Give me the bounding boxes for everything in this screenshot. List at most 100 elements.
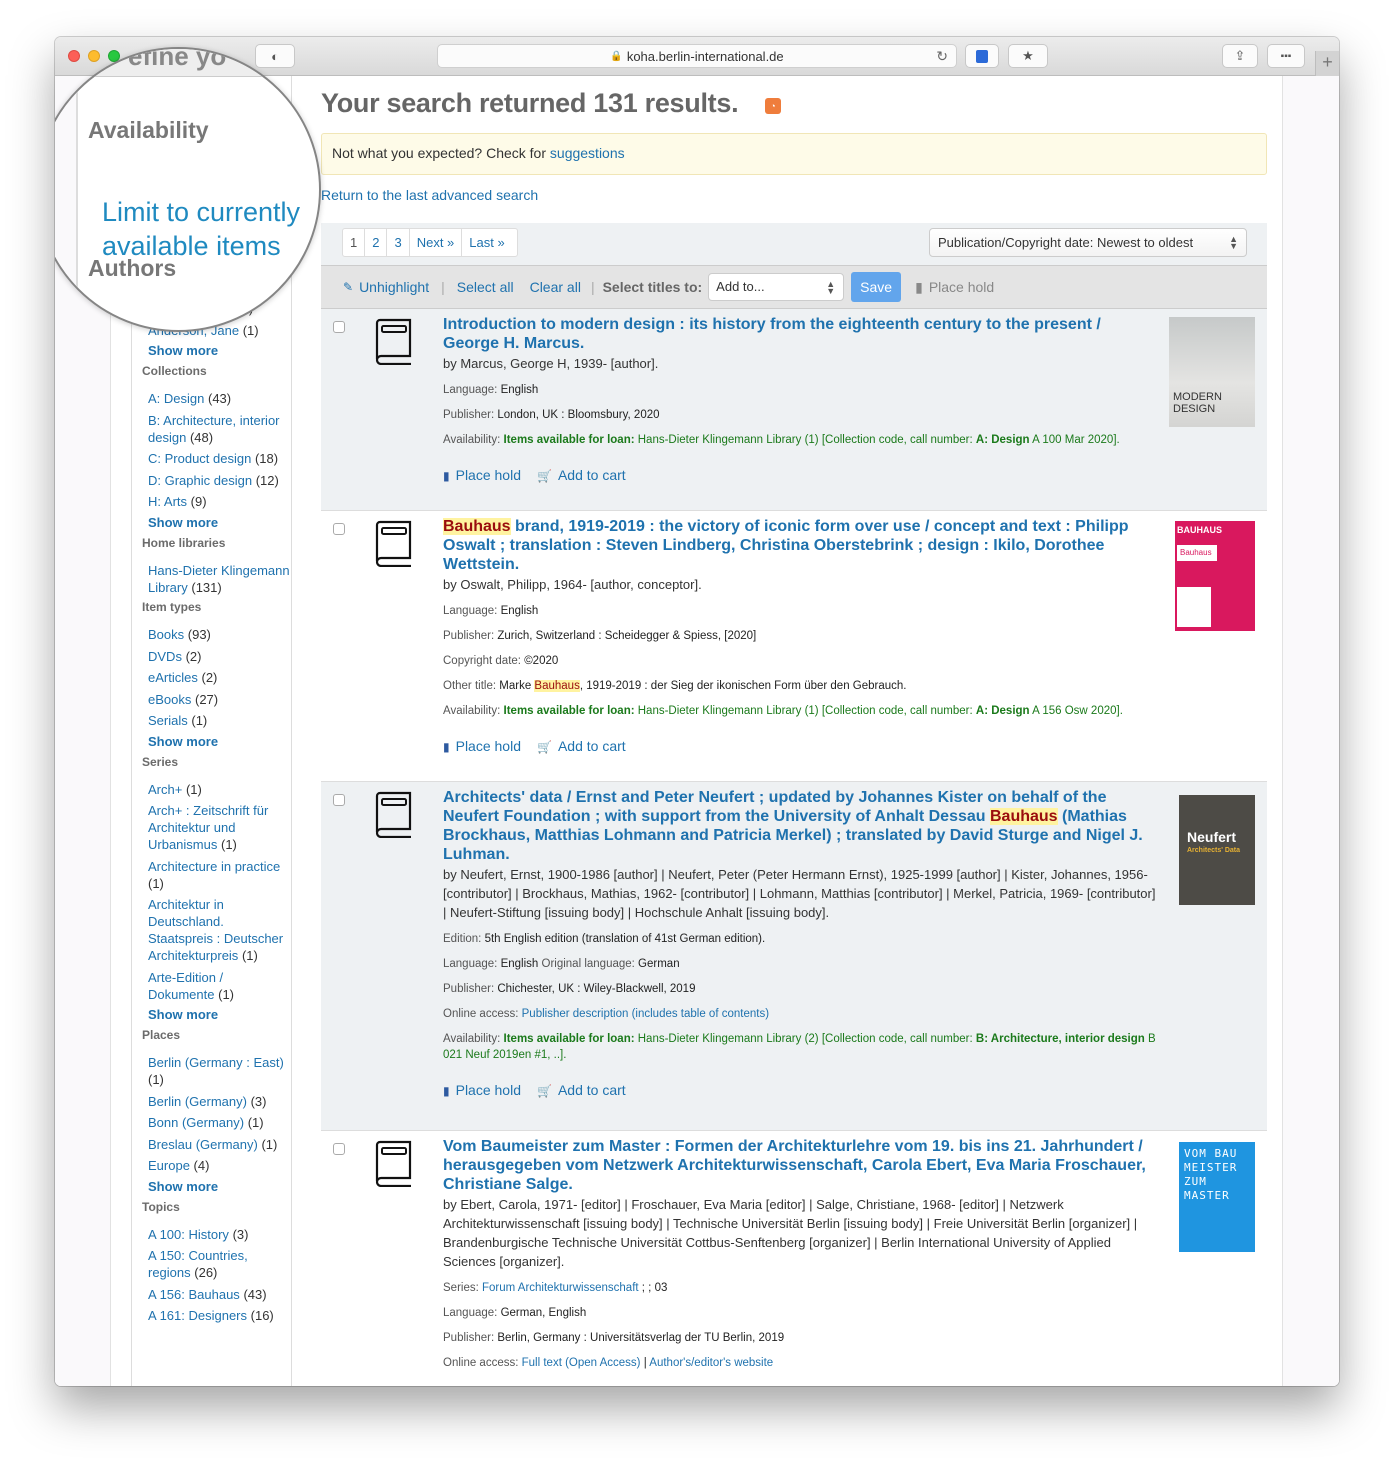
result-title-link[interactable]: Bauhaus brand, 1919-2019 : the victory o… [443,517,1161,574]
share-button[interactable]: ⇪ [1222,44,1258,68]
facet-link[interactable]: Arte-Edition / Dokumente [148,970,223,1002]
bookmark-icon: ▮ [915,278,923,295]
online-access-link[interactable]: Publisher description (includes table of… [522,1008,769,1020]
facet-link[interactable]: C: Product design [148,451,251,466]
online-access-label: Online access: [443,1008,519,1020]
new-tab-button[interactable]: + [1315,51,1339,76]
facet-item: A: Design (43) [148,390,290,407]
cover-text: Neufert [1187,829,1237,845]
bookmark-button[interactable]: ★ [1008,44,1048,68]
facet-link[interactable]: A 100: History [148,1227,229,1242]
facet-link[interactable]: Architektur in Deutschland. Staatspreis … [148,897,283,963]
facet-link[interactable]: Breslau (Germany) [148,1137,258,1152]
publisher-label: Publisher: [443,1332,495,1344]
online-access-link[interactable]: Full text (Open Access) [522,1357,641,1369]
place-hold-link[interactable]: ▮ Place hold [443,467,521,483]
add-to-cart-link[interactable]: 🛒 Add to cart [537,467,626,483]
book-cover-image[interactable]: BAUHAUS Bauhaus [1175,521,1255,631]
return-advanced-search-link[interactable]: Return to the last advanced search [321,187,538,203]
result-checkbox[interactable] [333,523,345,535]
language-value: English [500,958,539,970]
edition-value: 5th English edition (translation of 41st… [484,933,766,945]
facet-link[interactable]: DVDs [148,649,182,664]
result-checkbox[interactable] [333,321,345,333]
facet-count: (1) [218,986,234,1002]
facet-count: (16) [250,1308,274,1323]
cart-icon: 🛒 [537,740,552,754]
page-1-link[interactable]: 1 [343,229,366,256]
place-hold-disabled[interactable]: ▮ Place hold [915,279,994,296]
next-page-link[interactable]: Next » [410,229,463,256]
facet-item: A 100: History (3) [148,1226,290,1243]
result-title-link[interactable]: Vom Baumeister zum Master : Formen der A… [443,1137,1161,1194]
facet-link[interactable]: eBooks [148,692,191,707]
facet-item: Serials (1) [148,712,290,729]
book-cover-image[interactable]: VOM BAU MEISTER ZUM MASTER [1179,1142,1255,1252]
facet-link[interactable]: Serials [148,713,188,728]
tab-overview-button[interactable]: ▪▪▪ [1267,44,1305,68]
place-hold-link[interactable]: ▮ Place hold [443,1082,521,1098]
facet-link[interactable]: D: Graphic design [148,473,252,488]
online-access-link[interactable]: Author's/editor's website [649,1357,773,1369]
result-title-link[interactable]: Introduction to modern design : its hist… [443,315,1161,353]
show-more-link[interactable]: Show more [140,734,290,749]
extension-button[interactable] [965,44,999,68]
availability-status: Items available for loan: [503,1033,635,1045]
facet-link[interactable]: eArticles [148,670,198,685]
facet-count: (1) [261,1136,278,1152]
call-number: A 100 Mar 2020]. [1032,434,1120,446]
page-2-link[interactable]: 2 [365,229,388,256]
page-3-link[interactable]: 3 [387,229,410,256]
series-link[interactable]: Forum Architekturwissenschaft [482,1282,639,1294]
result-checkbox[interactable] [333,794,345,806]
address-bar[interactable]: 🔒 koha.berlin-international.de ↻ [437,44,957,68]
facet-link[interactable]: A 156: Bauhaus [148,1287,240,1302]
facet-link[interactable]: A 161: Designers [148,1308,247,1323]
facet-link[interactable]: Arch+ [148,782,182,797]
language-line: Language: English [443,382,1161,398]
facet-link[interactable]: Architecture in practice [148,859,280,874]
book-cover-image[interactable]: Neufert Architects' Data [1179,795,1255,905]
book-cover-image[interactable]: MODERN DESIGN [1169,317,1255,427]
show-more-authors[interactable]: Show more [140,343,290,358]
facet-link[interactable]: Europe [148,1158,190,1173]
reload-icon[interactable]: ↻ [936,48,948,65]
add-to-select[interactable]: Add to... ▲ ▼ [708,273,845,301]
facet-link[interactable]: B: Architecture, interior design [148,413,280,445]
facet-link[interactable]: A: Design [148,391,204,406]
show-more-link[interactable]: Show more [140,515,290,530]
facet-link[interactable]: H: Arts [148,494,187,509]
suggestions-link[interactable]: suggestions [550,145,625,161]
facet-link[interactable]: Bonn (Germany) [148,1115,244,1130]
sort-select[interactable]: Publication/Copyright date: Newest to ol… [929,228,1247,257]
select-all-link[interactable]: Select all [457,279,514,295]
add-to-cart-link[interactable]: 🛒 Add to cart [537,738,626,754]
facet-group: Hans-Dieter Klingemann Library (131) [140,562,290,596]
availability-label: Availability: [443,1033,501,1045]
pencil-icon: ✎ [343,280,354,294]
result-title-link[interactable]: Architects' data / Ernst and Peter Neufe… [443,788,1161,864]
facet-link[interactable]: Arch+ : Zeitschrift für Architektur und … [148,803,268,852]
clear-all-link[interactable]: Clear all [530,279,581,295]
other-title-line: Other title: Marke Bauhaus, 1919-2019 : … [443,678,1161,694]
rss-feed-icon[interactable]: ◔ [765,98,781,114]
save-button[interactable]: Save [851,272,902,302]
facet-link[interactable]: Berlin (Germany : East) [148,1055,284,1070]
show-more-link[interactable]: Show more [140,1007,290,1022]
result-checkbox[interactable] [333,1143,345,1155]
facet-group: A: Design (43) B: Architecture, interior … [140,390,290,510]
add-to-cart-link[interactable]: 🛒 Add to cart [537,1082,626,1098]
cover-text: BAUHAUS [1177,525,1222,535]
facet-count: (131) [191,579,222,595]
facet-item: Arte-Edition / Dokumente (1) [148,969,290,1003]
show-more-link[interactable]: Show more [140,1179,290,1194]
limit-available-link[interactable]: Limit to currently available items [102,195,312,263]
book-icon [375,1140,412,1187]
language-line: Language: English Original language: Ger… [443,956,1161,972]
magnifier-overlay: efine yo Availability Limit to currently… [55,47,321,332]
facet-link[interactable]: Berlin (Germany) [148,1094,247,1109]
facet-link[interactable]: Books [148,627,184,642]
unhighlight-link[interactable]: Unhighlight [359,279,429,295]
last-page-link[interactable]: Last » [462,229,516,256]
place-hold-link[interactable]: ▮ Place hold [443,738,521,754]
